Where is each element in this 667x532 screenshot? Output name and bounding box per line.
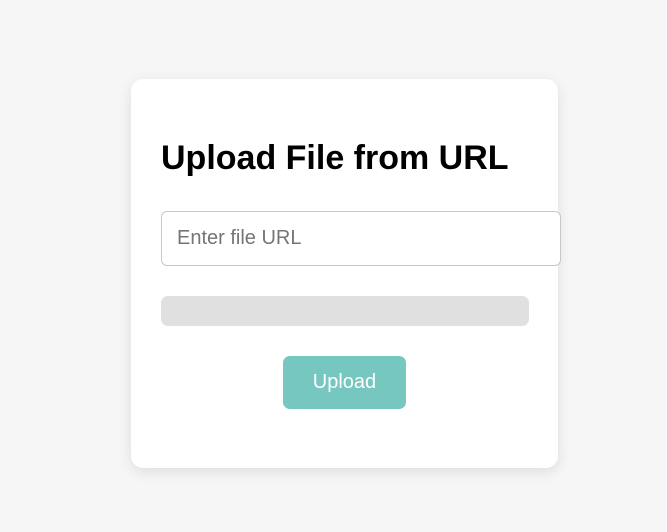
url-input[interactable] bbox=[161, 211, 561, 266]
page-title: Upload File from URL bbox=[161, 139, 509, 177]
upload-button[interactable]: Upload bbox=[283, 356, 406, 409]
upload-card: Upload File from URL Upload bbox=[131, 79, 561, 468]
progress-bar bbox=[161, 296, 529, 326]
